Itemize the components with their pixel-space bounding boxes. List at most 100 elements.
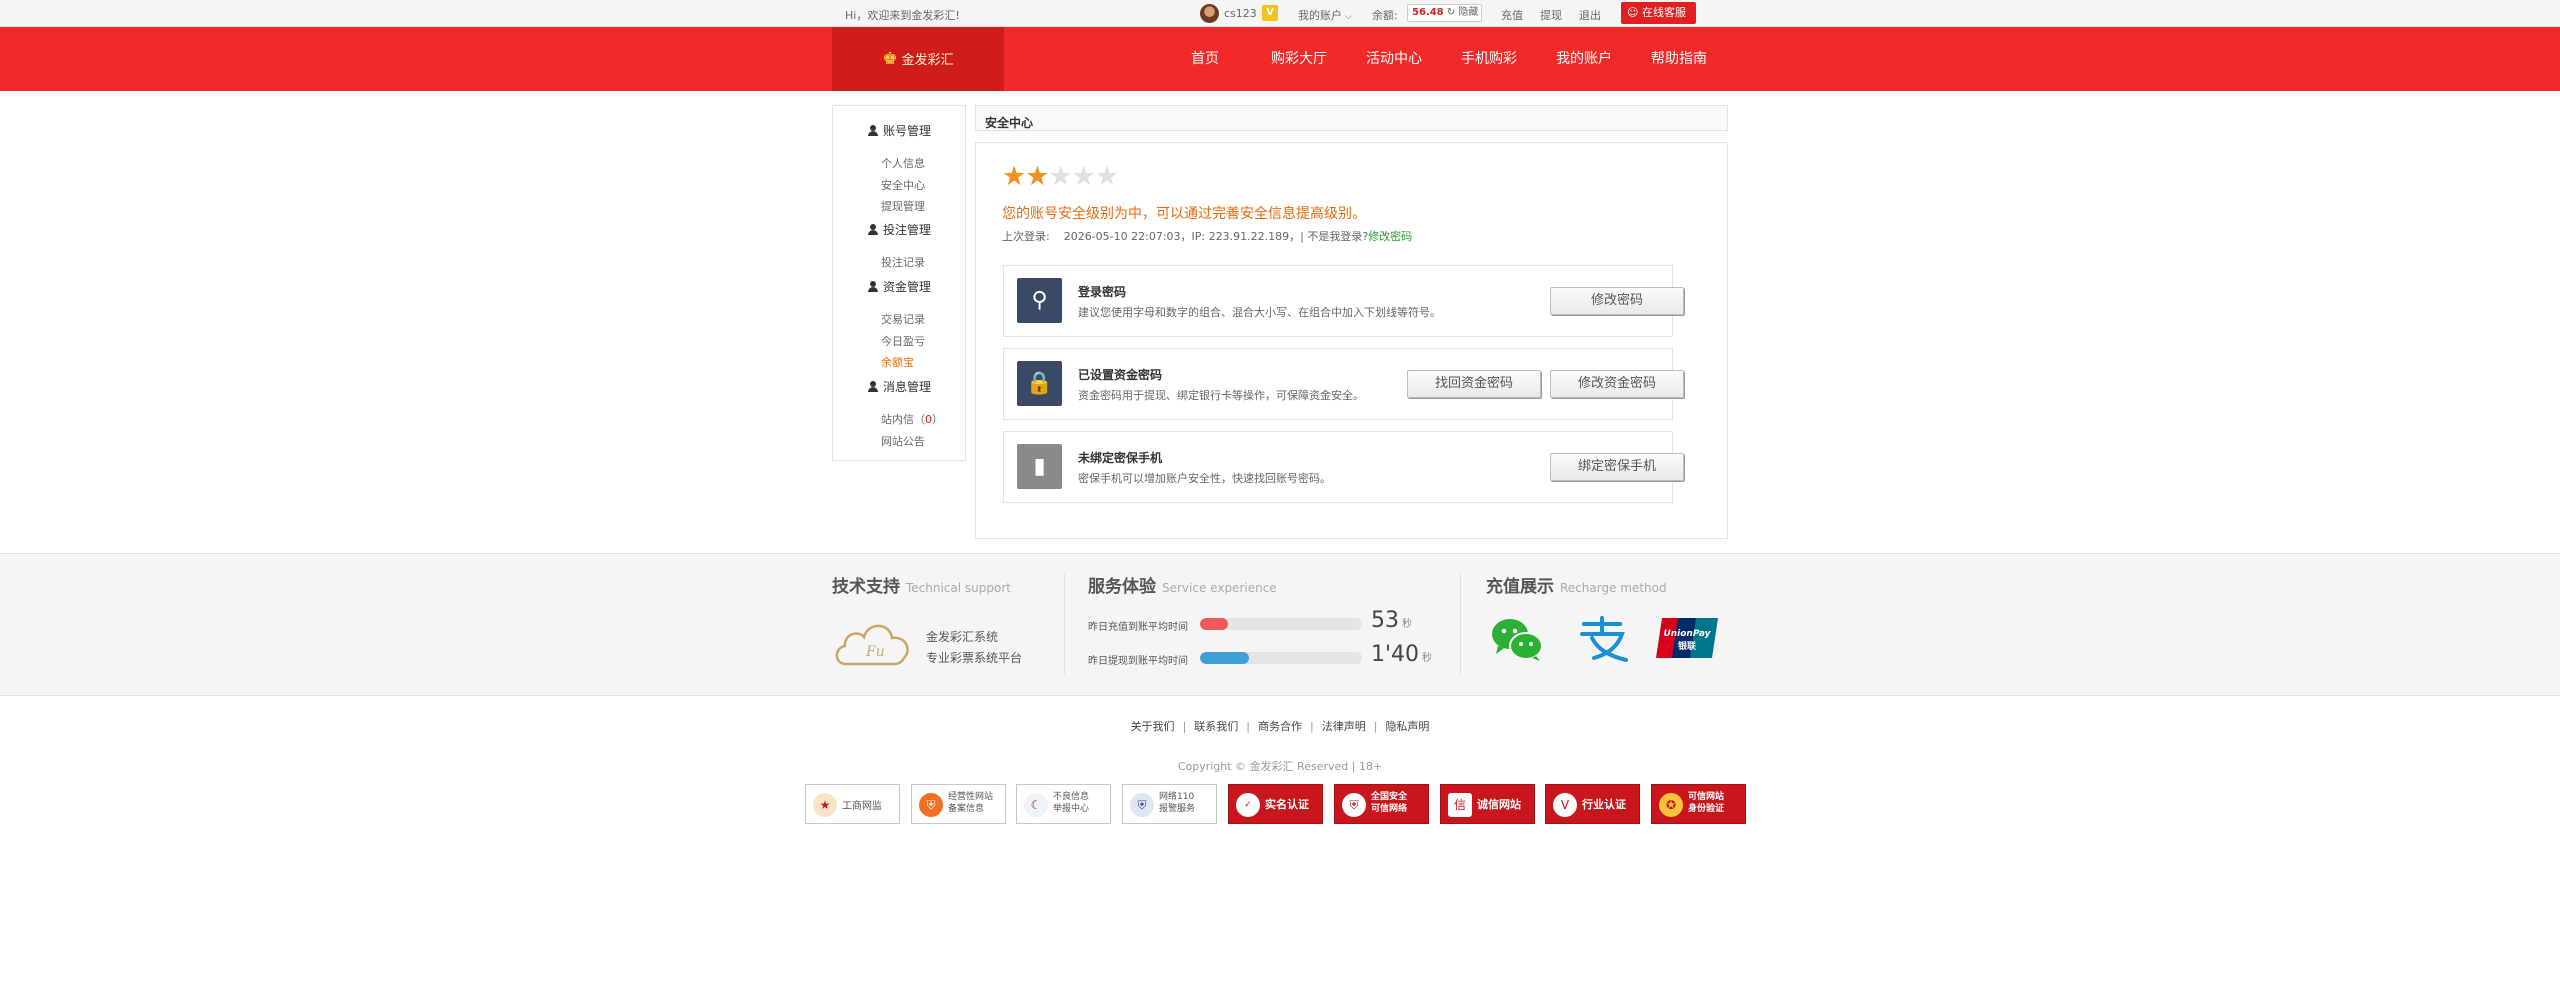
phone-icon: ▮ — [1017, 444, 1062, 489]
avatar[interactable] — [1200, 4, 1219, 23]
last-login-label: 上次登录: — [1002, 230, 1050, 243]
link-separator: | — [1373, 720, 1378, 733]
recharge-subtitle: Recharge method — [1560, 581, 1667, 595]
withdraw-time-label: 昨日提现到账平均时间 — [1088, 656, 1188, 667]
withdraw-link[interactable]: 提现 — [1540, 7, 1562, 23]
star-icon: ★ — [1094, 161, 1120, 192]
sidebar-item-transactions[interactable]: 交易记录 — [881, 311, 925, 327]
check-shield-icon: V — [1553, 793, 1577, 817]
badge-trusted-network[interactable]: ⛨ 全国安全 可信网络 — [1334, 784, 1429, 824]
nav-item-my-account[interactable]: 我的账户 — [1556, 27, 1612, 91]
lock-icon: 🔒 — [1017, 361, 1062, 406]
badge-police[interactable]: ⛨ 网络110 报警服务 — [1122, 784, 1217, 824]
tech-line-2: 专业彩票系统平台 — [926, 651, 1023, 665]
badge-line-1: 不良信息 — [1053, 792, 1090, 802]
badge-icp[interactable]: ★ 工商网监 — [805, 784, 900, 824]
moon-icon: ☾ — [1024, 793, 1048, 817]
nav-item-mobile[interactable]: 手机购彩 — [1461, 27, 1517, 91]
badge-line-2: 可信网络 — [1371, 804, 1408, 814]
unionpay-text: UnionPay — [1663, 629, 1711, 639]
row-title: 登录密码 — [1078, 285, 1127, 299]
sidebar-group-title: 消息管理 — [883, 380, 932, 394]
sidebar-item-security[interactable]: 安全中心 — [881, 177, 925, 193]
sidebar-item-yuebao[interactable]: 余额宝 — [881, 354, 914, 370]
badge-report-center[interactable]: ☾ 不良信息 举报中心 — [1016, 784, 1111, 824]
nav-item-activities[interactable]: 活动中心 — [1366, 27, 1422, 91]
badge-integrity[interactable]: 信诚信网站 — [1440, 784, 1535, 824]
sidebar-item-bet-records[interactable]: 投注记录 — [881, 254, 925, 270]
badge-text: 实名认证 — [1265, 798, 1309, 811]
star-icon: ★ — [1025, 161, 1050, 192]
online-service-button[interactable]: ☺ 在线客服 — [1621, 2, 1696, 24]
balance-amount: 56.48 — [1412, 7, 1444, 18]
withdraw-time-fill — [1200, 652, 1249, 664]
footer-link-contact[interactable]: 联系我们 — [1194, 720, 1238, 733]
badge-text: 可信网站 身份验证 — [1688, 791, 1724, 815]
nav-item-lottery-hall[interactable]: 购彩大厅 — [1271, 27, 1327, 91]
badge-line-1: 网络110 — [1159, 792, 1195, 802]
my-account-menu[interactable]: 我的账户 ⌵ — [1298, 7, 1352, 23]
sidebar-item-profile[interactable]: 个人信息 — [881, 155, 925, 171]
badge-real-name[interactable]: ✓ 实名认证 — [1228, 784, 1323, 824]
footer-link-about[interactable]: 关于我们 — [1131, 720, 1175, 733]
star-icon: ★ — [1002, 161, 1027, 192]
sidebar-group-funds: 资金管理 — [868, 278, 931, 295]
footer-link-privacy[interactable]: 隐私声明 — [1385, 720, 1429, 733]
nav-item-home[interactable]: 首页 — [1191, 27, 1219, 91]
footer-link-legal[interactable]: 法律声明 — [1322, 720, 1366, 733]
hide-balance-label: 隐藏 — [1458, 7, 1479, 18]
badge-industry[interactable]: V 行业认证 — [1545, 784, 1640, 824]
tech-title: 技术支持 — [832, 577, 900, 597]
inbox-count: 0 — [925, 413, 932, 426]
badge-business-site[interactable]: ⛨ 经营性网站 备案信息 — [911, 784, 1006, 824]
police-shield-icon: ⛨ — [1130, 793, 1154, 817]
site-logo[interactable]: ♚ 金发彩汇 — [832, 27, 1004, 91]
fund-password-row: 🔒 已设置资金密码 资金密码用于提现、绑定银行卡等操作，可保障资金安全。 找回资… — [1003, 348, 1684, 420]
recover-fund-password-button[interactable]: 找回资金密码 — [1407, 370, 1541, 398]
security-level-text: 您的账号安全级别为中，可以通过完善安全信息提高级别。 — [1002, 206, 1366, 222]
badge-trusted-site[interactable]: ✪ 可信网站 身份验证 — [1651, 784, 1746, 824]
logout-link[interactable]: 退出 — [1579, 7, 1601, 23]
balance-label: 余额: — [1372, 9, 1398, 22]
change-fund-password-button[interactable]: 修改资金密码 — [1550, 370, 1684, 398]
username[interactable]: cs123 — [1224, 7, 1257, 20]
page-title: 安全中心 — [975, 105, 1728, 131]
row-desc: 资金密码用于提现、绑定银行卡等操作，可保障资金安全。 — [1078, 389, 1364, 402]
sidebar-item-withdraw-mgmt[interactable]: 提现管理 — [881, 198, 925, 214]
sidebar-item-daily-pnl[interactable]: 今日盈亏 — [881, 333, 925, 349]
change-password-link[interactable]: 修改密码 — [1368, 230, 1412, 243]
divider — [1460, 574, 1461, 674]
wechat-pay-icon — [1492, 619, 1543, 661]
sidebar-group-title: 资金管理 — [883, 280, 932, 294]
hide-balance-button[interactable]: ↻ 隐藏 — [1447, 7, 1479, 18]
badge-text: 工商网监 — [842, 800, 882, 812]
emblem-icon: ★ — [813, 793, 837, 817]
last-login-info: 上次登录: 2026-05-10 22:07:03，IP: 223.91.22.… — [1002, 230, 1413, 243]
recharge-link[interactable]: 充值 — [1501, 7, 1523, 23]
sidebar-item-announcements[interactable]: 网站公告 — [881, 433, 925, 449]
footer-link-business[interactable]: 商务合作 — [1258, 720, 1302, 733]
tech-line-1: 金发彩汇系统 — [926, 630, 999, 644]
security-phone-row: ▮ 未绑定密保手机 密保手机可以增加账户安全性，快速找回账号密码。 绑定密保手机 — [1003, 431, 1684, 503]
badge-text: 诚信网站 — [1477, 798, 1521, 811]
service-title: 服务体验 — [1088, 577, 1156, 597]
seal-icon: ✓ — [1236, 793, 1260, 817]
service-heading: 服务体验 Service experience — [1088, 572, 1277, 597]
withdraw-time-unit: 秒 — [1422, 653, 1433, 664]
badge-line-2: 身份验证 — [1688, 804, 1725, 814]
recharge-methods-heading: 充值展示 Recharge method — [1486, 572, 1667, 597]
sidebar-item-inbox[interactable]: 站内信（0） — [881, 411, 943, 427]
change-login-password-button[interactable]: 修改密码 — [1550, 287, 1684, 315]
nav-item-help[interactable]: 帮助指南 — [1651, 27, 1707, 91]
badge-text: 行业认证 — [1582, 798, 1626, 811]
person-icon — [868, 125, 878, 136]
row-desc: 密保手机可以增加账户安全性，快速找回账号密码。 — [1078, 472, 1331, 485]
recharge-time-bar — [1200, 618, 1362, 630]
recharge-time-value: 53 秒 — [1371, 608, 1412, 633]
bind-phone-button[interactable]: 绑定密保手机 — [1550, 453, 1684, 481]
recharge-time-fill — [1200, 618, 1228, 630]
refresh-icon: ↻ — [1446, 7, 1456, 18]
copyright: Copyright © 金发彩汇 Reserved | 18+ — [1177, 760, 1383, 773]
sidebar-group-title: 投注管理 — [883, 223, 932, 237]
person-icon — [868, 224, 878, 235]
